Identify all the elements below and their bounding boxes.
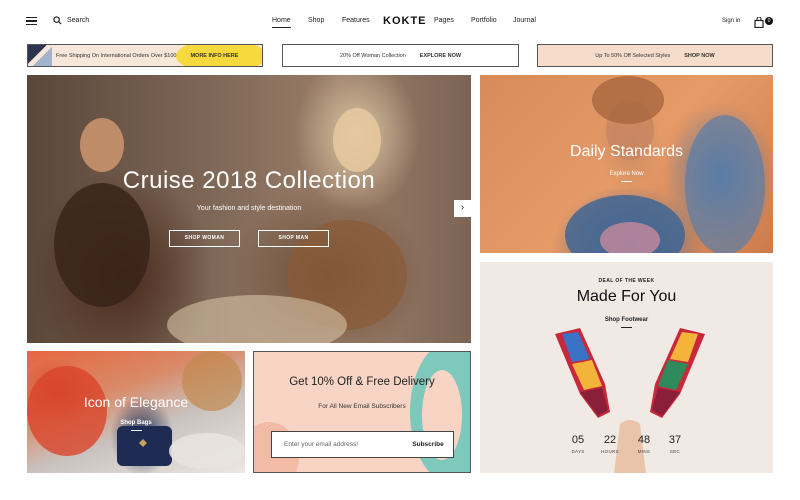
daily-standards-banner[interactable]: Daily Standards Explore Now bbox=[480, 75, 773, 253]
countdown-mins: 48 MINS bbox=[631, 434, 657, 454]
hero-banner: Cruise 2018 Collection Your fashion and … bbox=[27, 75, 471, 343]
countdown-label: DAYS bbox=[571, 449, 585, 454]
elegance-banner[interactable]: Icon of Elegance Shop Bags bbox=[27, 351, 245, 473]
newsletter-form: Subscribe bbox=[271, 431, 454, 458]
countdown-secs: 37 SEC bbox=[662, 434, 688, 454]
countdown-value: 48 bbox=[637, 434, 651, 446]
cart-count-badge: 0 bbox=[765, 17, 773, 25]
countdown-label: SEC bbox=[669, 449, 681, 454]
elegance-title: Icon of Elegance bbox=[83, 394, 189, 410]
deal-title: Made For You bbox=[576, 288, 677, 305]
hero-title: Cruise 2018 Collection bbox=[122, 167, 376, 194]
cart-button[interactable]: 0 bbox=[754, 15, 774, 29]
nav-portfolio[interactable]: Portfolio bbox=[471, 17, 497, 24]
sign-in-link[interactable]: Sign in bbox=[722, 18, 740, 24]
site-logo[interactable]: KOKTE bbox=[383, 15, 427, 27]
newsletter-subtitle: For All New Email Subscribers bbox=[318, 403, 406, 410]
newsletter-panel: Get 10% Off & Free Delivery For All New … bbox=[253, 351, 471, 473]
promo-decor bbox=[28, 45, 52, 66]
promo-banner-sale[interactable]: Up To 50% Off Selected Styles SHOP NOW bbox=[537, 44, 773, 67]
site-header: Search Home Shop Features Pages Portfoli… bbox=[0, 0, 800, 42]
left-sneaker bbox=[555, 328, 610, 418]
hero-subtitle: Your fashion and style destination bbox=[196, 205, 302, 212]
daily-title: Daily Standards bbox=[570, 143, 683, 160]
countdown-timer: 05 DAYS 22 HOURS 48 MINS 37 SEC bbox=[480, 434, 773, 464]
promo-text: Free Shipping On International Orders Ov… bbox=[56, 52, 177, 59]
countdown-label: HOURS bbox=[601, 449, 619, 454]
countdown-value: 22 bbox=[603, 434, 617, 446]
countdown-label: MINS bbox=[637, 449, 651, 454]
promo-banner-woman[interactable]: 20% Off Woman Collection EXPLORE NOW bbox=[282, 44, 519, 67]
right-sneaker bbox=[650, 328, 705, 418]
nav-shop[interactable]: Shop bbox=[308, 17, 324, 24]
subscribe-button[interactable]: Subscribe bbox=[403, 432, 453, 457]
promo-link[interactable]: MORE INFO HERE bbox=[190, 53, 238, 59]
nav-journal[interactable]: Journal bbox=[513, 17, 536, 24]
nav-features[interactable]: Features bbox=[342, 17, 370, 24]
shop-footwear-link[interactable]: Shop Footwear bbox=[480, 317, 773, 323]
nav-home[interactable]: Home bbox=[272, 17, 291, 28]
elegance-photo bbox=[27, 351, 245, 469]
countdown-value: 37 bbox=[668, 434, 682, 446]
countdown-value: 05 bbox=[571, 434, 585, 446]
nav-pages[interactable]: Pages bbox=[434, 17, 454, 24]
promo-link[interactable]: SHOP NOW bbox=[684, 53, 714, 59]
promo-banner-shipping[interactable]: Free Shipping On International Orders Ov… bbox=[27, 44, 263, 67]
promo-link[interactable]: EXPLORE NOW bbox=[420, 53, 461, 59]
deal-kicker: DEAL OF THE WEEK bbox=[598, 278, 655, 284]
link-underline bbox=[131, 430, 142, 431]
newsletter-title: Get 10% Off & Free Delivery bbox=[289, 376, 435, 388]
link-underline bbox=[621, 181, 632, 182]
countdown-days: 05 DAYS bbox=[565, 434, 591, 454]
promo-text: 20% Off Woman Collection bbox=[339, 52, 406, 59]
shop-man-button[interactable]: SHOP MAN bbox=[258, 230, 329, 247]
chevron-right-icon[interactable]: › bbox=[454, 200, 471, 217]
shop-bags-link[interactable]: Shop Bags bbox=[27, 420, 245, 426]
explore-now-link[interactable]: Explore Now bbox=[480, 171, 773, 177]
shop-woman-button[interactable]: SHOP WOMAN bbox=[169, 230, 240, 247]
shopping-bag-icon bbox=[754, 16, 764, 29]
promo-text: Up To 50% Off Selected Styles bbox=[595, 52, 671, 59]
email-input[interactable] bbox=[272, 432, 412, 457]
countdown-hours: 22 HOURS bbox=[597, 434, 623, 454]
deal-of-week-panel: DEAL OF THE WEEK Made For You Shop Footw… bbox=[480, 262, 773, 473]
daily-photo bbox=[565, 76, 765, 253]
